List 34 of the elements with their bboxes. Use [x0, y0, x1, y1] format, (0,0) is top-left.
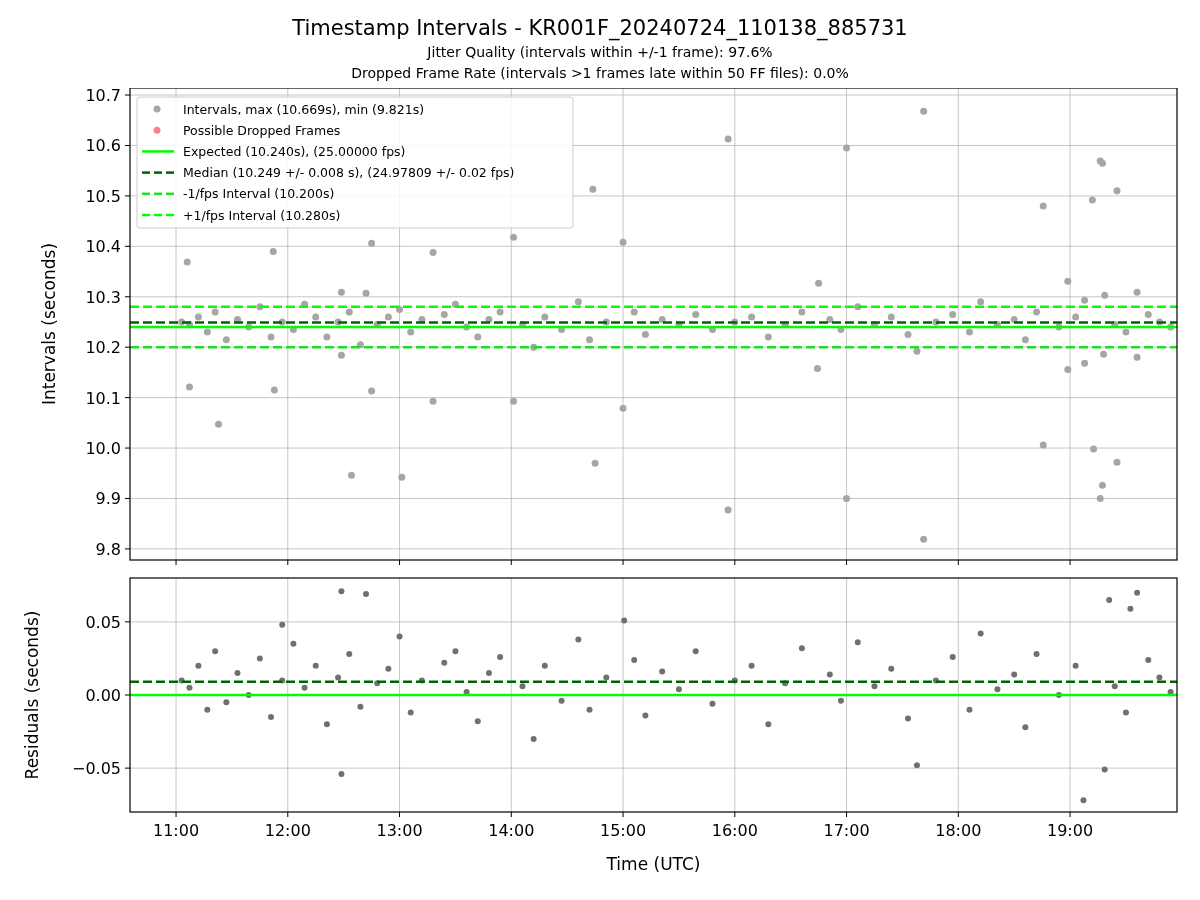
tick-label: −0.05: [71, 759, 121, 779]
tick-label: 9.9: [95, 489, 121, 509]
chart-title: Timestamp Intervals - KR001F_20240724_110138_885731: [292, 15, 908, 42]
axis-label: Intervals (seconds): [39, 242, 59, 406]
axis-label: Time (UTC): [606, 854, 701, 874]
tick-label: 16:00: [711, 821, 758, 840]
legend-label: -1/fps Interval (10.200s): [183, 186, 335, 202]
tick-label: 10.4: [85, 237, 121, 257]
tick-label: 19:00: [1047, 821, 1094, 840]
tick-label: 0.00: [85, 686, 121, 705]
chart-subtitle: Dropped Frame Rate (intervals >1 frames late within 50 FF files): 0.0%: [351, 64, 849, 83]
tick-label: 10.5: [85, 186, 121, 206]
tick-label: 10.0: [85, 439, 121, 459]
tick-label: 13:00: [376, 821, 423, 840]
tick-label: 10.2: [85, 338, 121, 358]
tick-label: 0.05: [85, 612, 121, 632]
chart-subtitle: Jitter Quality (intervals within +/-1 frame): 97.6%: [427, 43, 773, 62]
legend-label: Possible Dropped Frames: [183, 122, 341, 138]
tick-label: 14:00: [488, 821, 535, 840]
tick-label: 10.6: [85, 136, 121, 156]
legend-label: Median (10.249 +/- 0.008 s), (24.97809 +/- 0.02 fps): [183, 165, 515, 181]
tick-label: 12:00: [264, 821, 311, 840]
tick-label: 10.1: [85, 388, 121, 408]
legend-label: +1/fps Interval (10.280s): [183, 207, 341, 223]
tick-label: 18:00: [935, 821, 982, 840]
tick-label: 10.3: [85, 287, 121, 307]
tick-label: 17:00: [823, 821, 870, 840]
axis-label: Residuals (seconds): [22, 610, 42, 780]
tick-label: 11:00: [153, 821, 200, 840]
legend-label: Intervals, max (10.669s), min (9.821s): [183, 101, 425, 117]
tick-label: 9.8: [95, 539, 121, 559]
legend-label: Expected (10.240s), (25.00000 fps): [183, 143, 406, 159]
tick-label: 10.7: [85, 88, 121, 106]
tick-label: 15:00: [600, 821, 647, 840]
